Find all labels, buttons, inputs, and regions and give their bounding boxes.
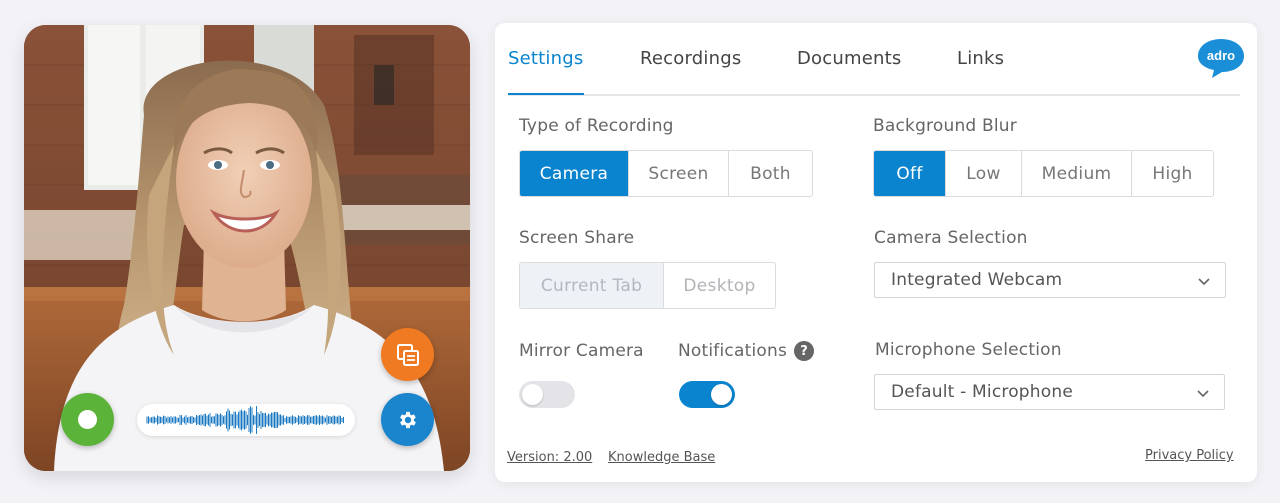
screen-share-icon (396, 343, 419, 366)
recording-type-camera[interactable]: Camera (520, 151, 629, 196)
screen-share-selector: Current Tab Desktop (519, 262, 776, 309)
blur-off[interactable]: Off (874, 151, 946, 196)
camera-select-value: Integrated Webcam (891, 270, 1063, 290)
record-button[interactable] (61, 393, 114, 446)
record-icon (78, 410, 97, 429)
microphone-selection-label: Microphone Selection (875, 340, 1062, 360)
waveform-graph (146, 406, 344, 434)
knowledge-base-link[interactable]: Knowledge Base (608, 450, 715, 465)
settings-panel: Settings Recordings Documents Links adro… (495, 23, 1257, 482)
blur-high[interactable]: High (1132, 151, 1213, 196)
svg-text:adro: adro (1207, 48, 1235, 63)
blur-low[interactable]: Low (946, 151, 1022, 196)
recording-type-label: Type of Recording (519, 116, 674, 136)
help-icon[interactable]: ? (794, 341, 814, 361)
background-blur-selector: Off Low Medium High (873, 150, 1214, 197)
privacy-policy-link[interactable]: Privacy Policy (1145, 448, 1234, 463)
tab-recordings[interactable]: Recordings (640, 48, 741, 69)
toggle-knob (522, 384, 543, 405)
screen-share-desktop[interactable]: Desktop (664, 263, 775, 308)
tab-links[interactable]: Links (957, 48, 1004, 69)
background-blur-label: Background Blur (873, 116, 1017, 136)
recording-type-both[interactable]: Both (729, 151, 812, 196)
microphone-select-value: Default - Microphone (891, 382, 1074, 402)
camera-selection-label: Camera Selection (874, 228, 1028, 248)
screen-share-label: Screen Share (519, 228, 635, 248)
recording-type-screen[interactable]: Screen (629, 151, 729, 196)
audio-waveform (137, 404, 355, 436)
microphone-select[interactable]: Default - Microphone (874, 374, 1225, 410)
toggle-knob (711, 384, 732, 405)
camera-select[interactable]: Integrated Webcam (874, 262, 1226, 298)
tab-documents[interactable]: Documents (797, 48, 901, 69)
screen-share-button[interactable] (381, 328, 434, 381)
version-link[interactable]: Version: 2.00 (507, 450, 592, 465)
active-tab-indicator (508, 93, 584, 95)
notifications-label: Notifications (678, 341, 787, 361)
chevron-down-icon (1197, 390, 1209, 398)
adro-logo: adro (1198, 39, 1244, 78)
screen-share-current-tab[interactable]: Current Tab (520, 263, 664, 308)
blur-medium[interactable]: Medium (1022, 151, 1132, 196)
camera-settings-button[interactable] (381, 393, 434, 446)
gear-icon (399, 411, 416, 428)
camera-preview (24, 25, 470, 471)
chevron-down-icon (1198, 278, 1210, 286)
recording-type-selector: Camera Screen Both (519, 150, 813, 197)
notifications-toggle[interactable] (679, 381, 735, 408)
mirror-camera-label: Mirror Camera (519, 341, 644, 361)
tab-settings[interactable]: Settings (508, 48, 583, 69)
mirror-camera-toggle[interactable] (519, 381, 575, 408)
tab-bar: Settings Recordings Documents Links adro (508, 23, 1244, 96)
